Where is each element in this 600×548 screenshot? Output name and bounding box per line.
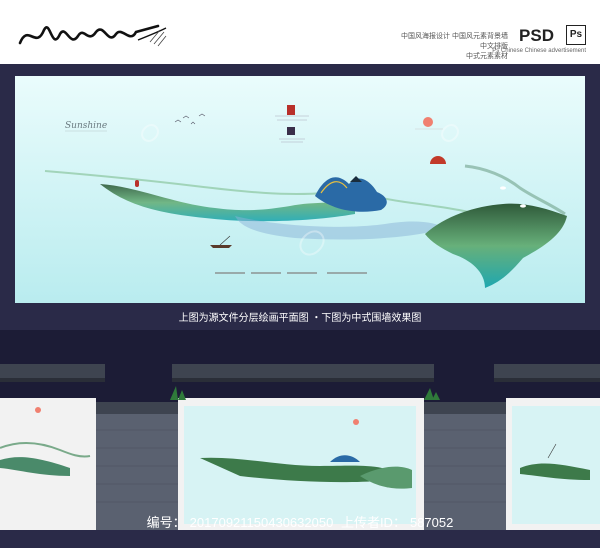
header-info: 中国风海报设计 中国风元素背景墙 中文排版 中式元素素材 xyxy=(401,32,508,62)
poster-preview: Sunshine xyxy=(15,76,585,303)
header-line-1: 中国风海报设计 中国风元素背景墙 xyxy=(401,33,508,40)
sun xyxy=(423,117,433,127)
psd-label: PSD xyxy=(519,26,554,45)
uploader-value: 587052 xyxy=(409,515,454,530)
panel-center-art xyxy=(184,406,416,524)
id-value: 20170921150430632050 xyxy=(189,515,334,530)
caption: 上图为源文件分层绘画平面图 ・下图为中式围墙效果图 xyxy=(178,313,422,324)
red-seal xyxy=(287,105,295,115)
photoshop-icon: Ps xyxy=(566,25,586,45)
wall-scene xyxy=(0,330,600,530)
psd-subtitle: Ps Chinese Chinese advertisement xyxy=(492,48,586,54)
red-figure xyxy=(135,180,139,187)
landscape-artwork: Sunshine xyxy=(15,76,585,303)
panel-right-art xyxy=(512,406,600,524)
fishing-boat xyxy=(210,245,232,248)
top-banner: 中国风海报设计 中国风元素背景墙 中文排版 中式元素素材 PSD Ps Ps C… xyxy=(0,0,600,64)
script-title: Sunshine xyxy=(65,121,107,131)
id-label: 编号： xyxy=(146,515,186,530)
roof-center xyxy=(172,364,434,382)
roof-right xyxy=(494,364,600,382)
wall-mockup xyxy=(0,330,600,530)
uploader-label: 上传者ID： xyxy=(340,515,406,530)
poster-fine-print xyxy=(215,272,367,274)
roof-left xyxy=(0,364,105,382)
footer-info: 编号： 20170921150430632050 上传者ID： 587052 xyxy=(0,510,600,536)
calligraphy-logo xyxy=(18,24,167,47)
dark-seal xyxy=(287,127,295,135)
